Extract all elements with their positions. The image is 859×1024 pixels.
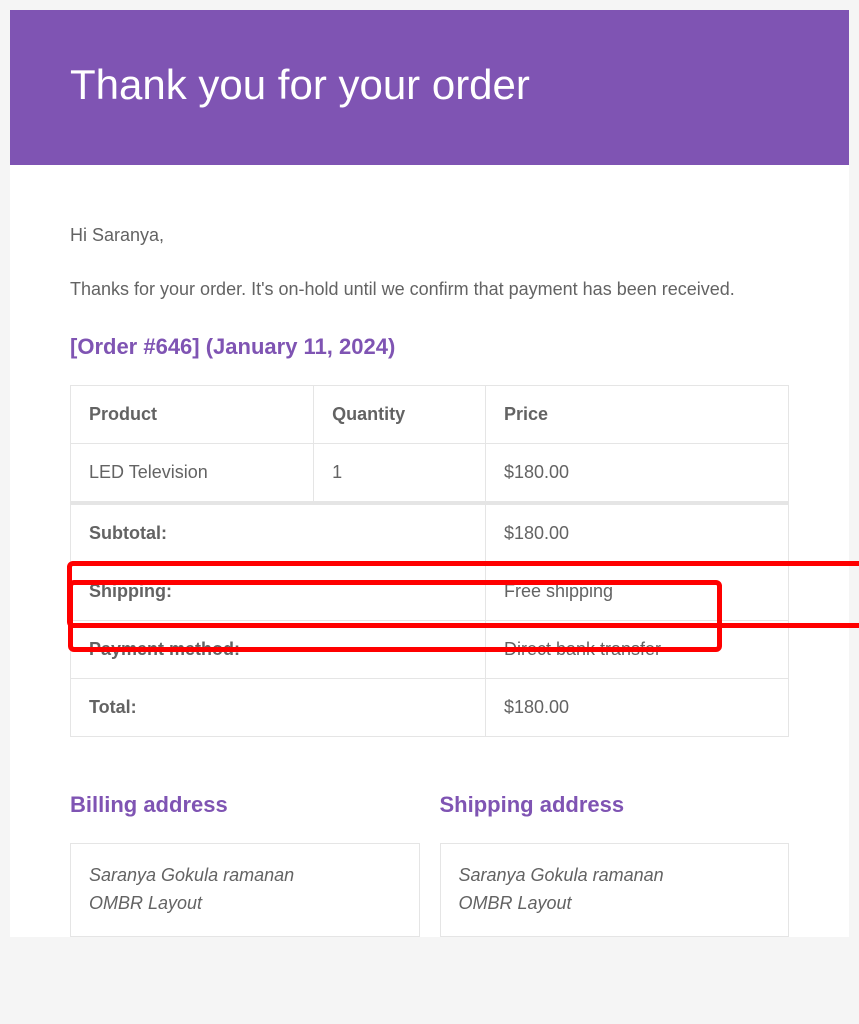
shipping-address: Saranya Gokula ramanan OMBR Layout — [440, 843, 790, 937]
label-payment: Payment method: — [71, 621, 486, 679]
cell-price: $180.00 — [485, 444, 788, 504]
email-container: Thank you for your order Hi Saranya, Tha… — [10, 10, 849, 937]
value-subtotal: $180.00 — [485, 503, 788, 563]
label-shipping: Shipping: — [71, 563, 486, 621]
address-section: Billing address Saranya Gokula ramanan O… — [70, 792, 789, 937]
billing-name: Saranya Gokula ramanan — [89, 862, 401, 890]
billing-column: Billing address Saranya Gokula ramanan O… — [70, 792, 420, 937]
value-payment: Direct bank transfer — [485, 621, 788, 679]
shipping-line1: OMBR Layout — [459, 890, 771, 918]
col-price: Price — [485, 386, 788, 444]
greeting-text: Hi Saranya, — [70, 225, 789, 246]
value-shipping: Free shipping — [485, 563, 788, 621]
order-table: Product Quantity Price LED Television 1 … — [70, 385, 789, 737]
billing-heading: Billing address — [70, 792, 420, 818]
col-quantity: Quantity — [314, 386, 486, 444]
shipping-heading: Shipping address — [440, 792, 790, 818]
label-total: Total: — [71, 679, 486, 737]
email-header: Thank you for your order — [10, 10, 849, 165]
intro-text: Thanks for your order. It's on-hold unti… — [70, 276, 789, 304]
row-total: Total: $180.00 — [71, 679, 789, 737]
row-shipping: Shipping: Free shipping — [71, 563, 789, 621]
billing-address: Saranya Gokula ramanan OMBR Layout — [70, 843, 420, 937]
table-header-row: Product Quantity Price — [71, 386, 789, 444]
col-product: Product — [71, 386, 314, 444]
table-row: LED Television 1 $180.00 — [71, 444, 789, 504]
email-content: Hi Saranya, Thanks for your order. It's … — [10, 165, 849, 937]
label-subtotal: Subtotal: — [71, 503, 486, 563]
cell-quantity: 1 — [314, 444, 486, 504]
value-total: $180.00 — [485, 679, 788, 737]
shipping-name: Saranya Gokula ramanan — [459, 862, 771, 890]
order-heading: [Order #646] (January 11, 2024) — [70, 334, 789, 360]
page-title: Thank you for your order — [70, 60, 789, 110]
row-payment: Payment method: Direct bank transfer — [71, 621, 789, 679]
shipping-column: Shipping address Saranya Gokula ramanan … — [440, 792, 790, 937]
cell-product: LED Television — [71, 444, 314, 504]
billing-line1: OMBR Layout — [89, 890, 401, 918]
row-subtotal: Subtotal: $180.00 — [71, 503, 789, 563]
